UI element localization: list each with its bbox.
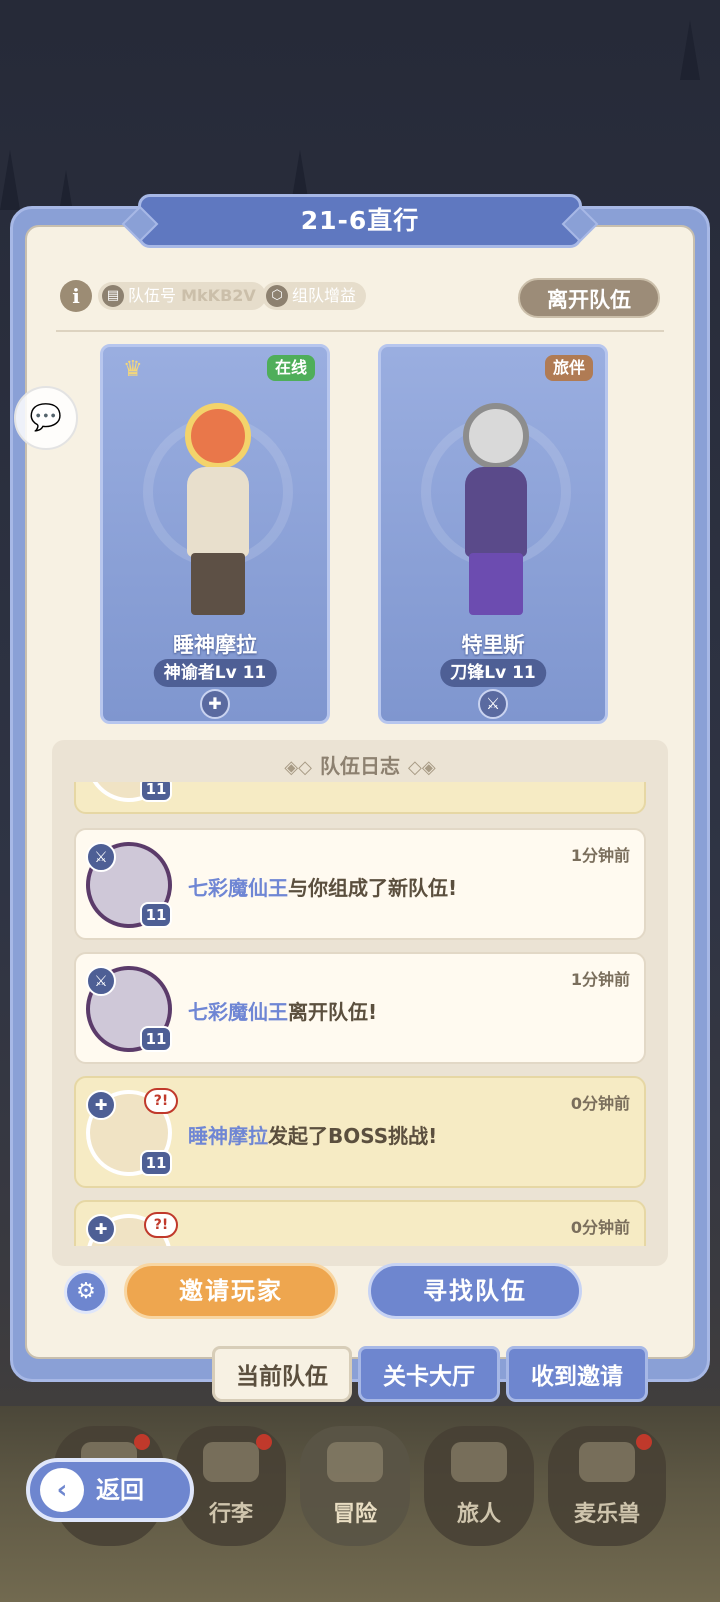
member-card[interactable]: ♛ 在线 睡神摩拉 神谕者Lv 11 ✚ [100,344,330,724]
team-log: ◈◇ 队伍日志 ◇◈ 11 ⚔ 11 1分钟前 七彩魔仙王与你组成了新队伍! ⚔ 1… [52,740,668,1266]
back-label: 返回 [96,1476,144,1504]
find-team-button[interactable]: 寻找队伍 [368,1263,582,1319]
player-avatar: ⚔ 11 [86,842,172,928]
divider [56,330,664,332]
status-badge: 旅伴 [544,355,593,381]
log-message: 发起了BOSS挑战! [268,1124,438,1148]
character-head [463,403,529,469]
character-portrait [431,383,561,623]
character-head [185,403,251,469]
player-avatar: 11 [86,782,172,802]
log-list[interactable]: 11 ⚔ 11 1分钟前 七彩魔仙王与你组成了新队伍! ⚔ 11 1分钟前 七彩… [72,782,648,1246]
tab-current-team[interactable]: 当前队伍 [212,1346,352,1402]
avatar-level: 11 [140,782,172,802]
leave-team-button[interactable]: 离开队伍 [518,278,660,318]
log-text: 七彩魔仙王与你组成了新队伍! [188,872,457,901]
log-text: 七彩魔仙王离开队伍! [188,996,377,1025]
settings-gear-icon[interactable]: ⚙ [64,1270,108,1314]
info-icon[interactable]: i [60,280,92,312]
leader-crown-icon: ♛ [123,357,143,382]
log-entry: ⚔ 11 1分钟前 七彩魔仙王与你组成了新队伍! [74,828,646,940]
member-level: 刀锋Lv 11 [440,659,546,687]
panel-title: 21-6直行 [138,194,582,248]
chat-bubble-icon[interactable]: 💬 [14,386,78,450]
character-body [465,467,527,557]
invite-player-button[interactable]: 邀请玩家 [124,1263,338,1319]
log-entry: 11 [74,782,646,814]
log-entry: ✚ ?! 11 0分钟前 睡神摩拉发起了BOSS挑战! [74,1076,646,1188]
character-body [187,467,249,557]
player-avatar: ✚ ?! 11 [86,1088,178,1176]
member-name: 睡神摩拉 [173,633,257,657]
nav-item-label: 冒险 [332,1502,377,1527]
avatar-level: 11 [140,1026,172,1052]
tab-received-invites[interactable]: 收到邀请 [506,1346,648,1402]
member-card[interactable]: 旅伴 特里斯 刀锋Lv 11 ⚔ [378,344,608,724]
background-spire [680,20,700,80]
nav-item-label: 行李 [208,1502,253,1527]
cross-icon: ✚ [86,1214,116,1244]
player-avatar: ✚ ?! 11 [86,1212,178,1246]
blade-icon: ⚔ [478,689,508,719]
log-time: 0分钟前 [570,1218,630,1237]
member-name: 特里斯 [461,633,525,657]
log-entry: ✚ ?! 11 0分钟前 [74,1200,646,1246]
character-legs [191,553,245,615]
alert-icon: ?! [144,1088,178,1114]
member-level: 神谕者Lv 11 [153,659,277,687]
nav-item-label: 麦乐兽 [573,1502,640,1527]
team-number-label: 队伍号 [128,286,177,305]
status-badge: 在线 [266,355,315,381]
nav-item-travelers[interactable]: 旅人 [424,1426,534,1546]
crossed-swords-icon [327,1442,383,1482]
nav-item-pets[interactable]: 麦乐兽 [548,1426,666,1546]
log-time: 1分钟前 [570,970,630,989]
log-player-name[interactable]: 七彩魔仙王 [188,1000,288,1024]
log-time: 0分钟前 [570,1094,630,1113]
log-title: ◈◇ 队伍日志 ◇◈ [52,750,668,779]
ornament-icon: ◈◇ [284,757,312,778]
blade-icon: ⚔ [86,966,116,996]
background-spire [0,150,20,210]
avatar-level: 11 [140,1150,172,1176]
buff-icon: ⬡ [266,285,288,307]
avatar-level: 11 [140,902,172,928]
team-buff-chip[interactable]: ⬡ 组队增益 [262,282,367,310]
team-topbar: i ▤ 队伍号 MkKB2V ⬡ 组队增益 离开队伍 [60,278,660,318]
back-arrow-icon: ‹ [40,1468,84,1512]
character-icon [451,1442,507,1482]
cross-icon: ✚ [86,1090,116,1120]
tab-stage-lobby[interactable]: 关卡大厅 [358,1346,500,1402]
blade-icon: ⚔ [86,842,116,872]
character-portrait [153,383,283,623]
back-button[interactable]: ‹ 返回 [26,1458,194,1522]
notification-dot [636,1434,652,1450]
log-entry: ⚔ 11 1分钟前 七彩魔仙王离开队伍! [74,952,646,1064]
log-time: 1分钟前 [570,846,630,865]
team-number-chip[interactable]: ▤ 队伍号 MkKB2V [98,282,266,310]
team-buff-label: 组队增益 [292,286,357,305]
log-title-text: 队伍日志 [320,754,400,778]
nav-item-label: 旅人 [456,1502,501,1527]
document-icon: ▤ [102,285,124,307]
log-text: 睡神摩拉发起了BOSS挑战! [188,1120,437,1149]
notification-dot [256,1434,272,1450]
team-code: MkKB2V [181,286,256,305]
ornament-icon: ◇◈ [408,757,436,778]
log-player-name[interactable]: 七彩魔仙王 [188,876,288,900]
character-legs [469,553,523,615]
notification-dot [134,1434,150,1450]
chest-icon [203,1442,259,1482]
alert-icon: ?! [144,1212,178,1238]
pet-icon [579,1442,635,1482]
cross-icon: ✚ [200,689,230,719]
player-avatar: ⚔ 11 [86,966,172,1052]
nav-item-adventure[interactable]: 冒险 [300,1426,410,1546]
log-player-name[interactable]: 睡神摩拉 [188,1124,268,1148]
log-message: 离开队伍! [288,1000,378,1024]
log-message: 与你组成了新队伍! [288,876,458,900]
